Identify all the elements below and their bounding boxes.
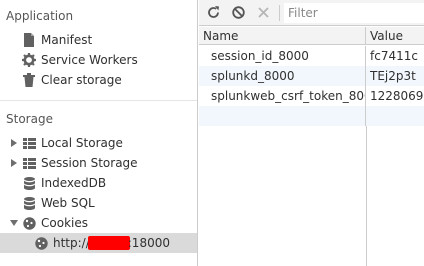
sidebar-item-label: Service Workers bbox=[41, 53, 138, 67]
cell-name: splunkd_8000 bbox=[199, 66, 366, 86]
expand-arrow-icon[interactable] bbox=[9, 138, 19, 148]
empty-cell bbox=[199, 106, 366, 126]
sidebar-item-manifest[interactable]: Manifest bbox=[0, 30, 197, 50]
sidebar-item-label: Local Storage bbox=[41, 136, 123, 150]
collapse-arrow-icon[interactable] bbox=[9, 218, 19, 228]
database-icon bbox=[22, 176, 36, 190]
column-header-value[interactable]: Value bbox=[366, 27, 424, 45]
sidebar-item-label: Manifest bbox=[41, 33, 93, 47]
document-icon bbox=[22, 33, 36, 47]
cookies-table: Name Value session_id_8000 fc7411c splun… bbox=[199, 27, 424, 266]
trash-icon bbox=[22, 73, 36, 87]
grid-icon bbox=[22, 156, 36, 170]
gear-icon bbox=[22, 53, 36, 67]
table-row[interactable]: splunkd_8000 TEj2p3t bbox=[199, 66, 424, 86]
cookie-icon bbox=[34, 236, 48, 250]
cell-value: TEj2p3t bbox=[370, 69, 416, 83]
grid-icon bbox=[22, 136, 36, 150]
cell-name: splunkweb_csrf_token_8000 bbox=[199, 86, 366, 106]
database-icon bbox=[22, 196, 36, 210]
sidebar: Application Manifest Service Workers Cle… bbox=[0, 0, 198, 266]
sidebar-item-web-sql[interactable]: Web SQL bbox=[0, 193, 197, 213]
column-divider bbox=[366, 126, 367, 266]
expand-arrow-icon[interactable] bbox=[9, 158, 19, 168]
cell-name: session_id_8000 bbox=[199, 46, 366, 66]
sidebar-item-label: Cookies bbox=[41, 216, 88, 230]
cookies-panel: Name Value session_id_8000 fc7411c splun… bbox=[199, 0, 424, 266]
sidebar-item-service-workers[interactable]: Service Workers bbox=[0, 50, 197, 70]
filter-input[interactable] bbox=[284, 2, 424, 23]
sidebar-item-label: Clear storage bbox=[41, 73, 122, 87]
sidebar-item-local-storage[interactable]: Local Storage bbox=[0, 133, 197, 153]
sidebar-item-indexeddb[interactable]: IndexedDB bbox=[0, 173, 197, 193]
redaction-mark bbox=[87, 236, 130, 250]
cell-value: 1228069 bbox=[370, 89, 424, 103]
sidebar-item-label: IndexedDB bbox=[41, 176, 107, 190]
storage-section-title: Storage bbox=[6, 112, 53, 126]
cell-value: fc7411c bbox=[370, 49, 418, 63]
block-icon[interactable] bbox=[227, 1, 249, 25]
sidebar-item-label: Session Storage bbox=[41, 156, 138, 170]
table-row[interactable]: splunkweb_csrf_token_8000 1228069 bbox=[199, 86, 424, 106]
cookie-icon bbox=[22, 216, 36, 230]
cookie-origin-suffix: :18000 bbox=[127, 236, 170, 250]
sidebar-item-label: Web SQL bbox=[41, 196, 95, 210]
cookie-origin-item[interactable]: http:// :18000 bbox=[0, 233, 197, 253]
cookie-origin-prefix: http:// bbox=[53, 236, 90, 250]
toolbar-divider bbox=[279, 4, 281, 21]
empty-row bbox=[199, 106, 424, 126]
sidebar-item-session-storage[interactable]: Session Storage bbox=[0, 153, 197, 173]
refresh-icon[interactable] bbox=[202, 1, 224, 25]
application-section-title: Application bbox=[6, 9, 74, 23]
close-icon[interactable] bbox=[253, 1, 275, 25]
sidebar-item-clear-storage[interactable]: Clear storage bbox=[0, 70, 197, 90]
toolbar bbox=[199, 0, 424, 26]
section-divider bbox=[0, 100, 197, 101]
table-row[interactable]: session_id_8000 fc7411c bbox=[199, 46, 424, 66]
sidebar-item-cookies[interactable]: Cookies bbox=[0, 213, 197, 233]
column-header-name[interactable]: Name bbox=[199, 27, 366, 45]
